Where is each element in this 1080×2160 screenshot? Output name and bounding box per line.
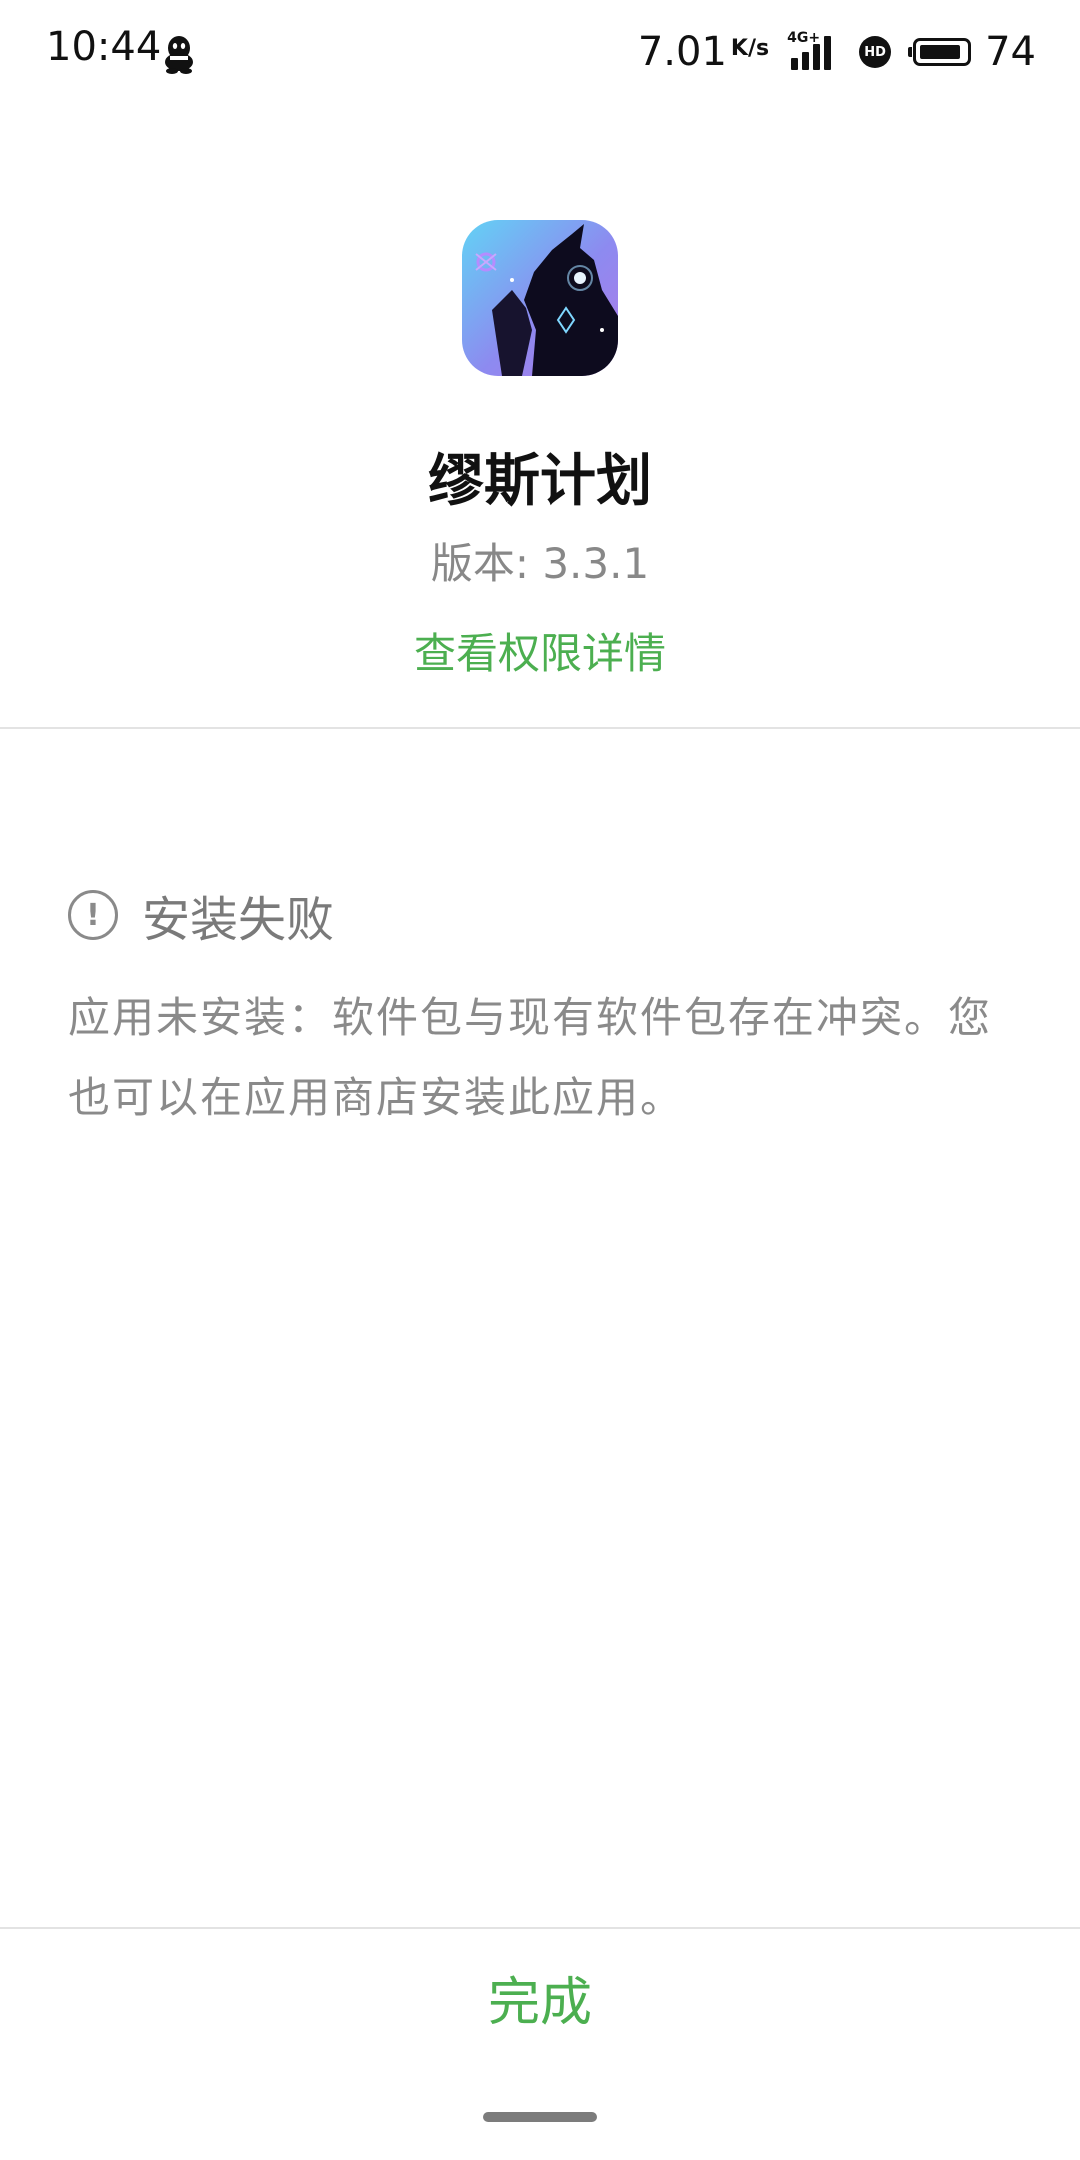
done-button[interactable]: 完成 xyxy=(0,1960,1080,2040)
header-divider xyxy=(0,727,1080,729)
home-indicator[interactable] xyxy=(483,2112,597,2122)
signal-icon: 4G+ xyxy=(787,30,839,72)
status-right-group: 7.01 K/s 4G+ HD 74 xyxy=(638,24,1036,80)
view-permissions-link[interactable]: 查看权限详情 xyxy=(0,620,1080,681)
app-name: 缪斯计划 xyxy=(428,449,652,514)
status-time: 10:44 xyxy=(46,24,162,70)
battery-icon xyxy=(908,38,972,66)
status-bar: 10:44 7.01 K/s 4G+ HD 74 xyxy=(0,0,1080,106)
qq-icon xyxy=(165,36,193,74)
app-icon xyxy=(462,220,618,376)
battery-percent: 74 xyxy=(985,29,1036,75)
net-speed-unit: K/s xyxy=(730,35,770,61)
footer-divider xyxy=(0,1927,1080,1929)
install-result-screen: 10:44 7.01 K/s 4G+ HD 74 缪斯计划 版本: 3.3.1 … xyxy=(0,0,1080,2160)
hd-icon: HD xyxy=(859,36,892,68)
app-version: 版本: 3.3.1 xyxy=(430,539,650,588)
install-failed-message: 应用未安装：软件包与现有软件包存在冲突。您也可以在应用商店安装此应用。 xyxy=(68,993,993,1122)
install-failed-header: ! 安装失败 xyxy=(68,880,334,950)
install-failed-title: 安装失败 xyxy=(142,892,335,948)
exclamation-circle-icon: ! xyxy=(68,890,118,940)
hd-label: HD xyxy=(864,44,886,60)
net-speed: 7.01 xyxy=(637,29,727,75)
